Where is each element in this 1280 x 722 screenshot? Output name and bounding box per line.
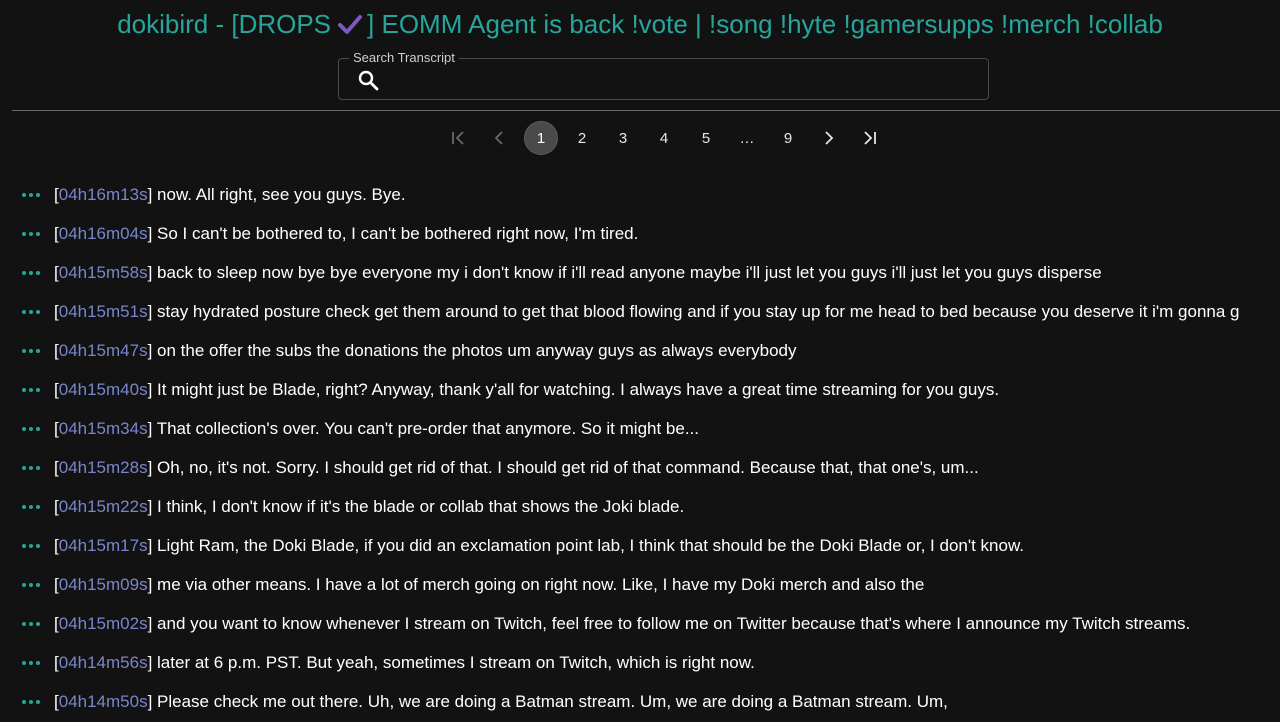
transcript-text: Please check me out there. Uh, we are do… [157, 692, 948, 711]
page-ellipsis: … [739, 129, 755, 147]
timestamp-link[interactable]: 04h15m47s [59, 341, 148, 360]
pagination: 1 2 3 4 5 … 9 [0, 121, 1280, 155]
timestamp-link[interactable]: 04h14m50s [59, 692, 148, 711]
timestamp-link[interactable]: 04h15m17s [59, 536, 148, 555]
transcript-row: [04h15m40s] It might just be Blade, righ… [0, 371, 1280, 410]
more-horizontal-icon[interactable] [20, 418, 42, 440]
more-horizontal-icon[interactable] [20, 262, 42, 284]
transcript-line: [04h15m17s] Light Ram, the Doki Blade, i… [54, 536, 1025, 555]
timestamp-link[interactable]: 04h15m22s [59, 497, 148, 516]
transcript-line: [04h15m40s] It might just be Blade, righ… [54, 380, 1000, 399]
more-horizontal-icon[interactable] [20, 379, 42, 401]
more-horizontal-icon[interactable] [20, 535, 42, 557]
header-divider [12, 110, 1280, 111]
more-horizontal-icon[interactable] [20, 301, 42, 323]
transcript-text: So I can't be bothered to, I can't be bo… [157, 224, 639, 243]
timestamp-link[interactable]: 04h16m04s [59, 224, 148, 243]
more-horizontal-icon[interactable] [20, 652, 42, 674]
more-horizontal-icon[interactable] [20, 496, 42, 518]
transcript-text: Light Ram, the Doki Blade, if you did an… [157, 536, 1025, 555]
transcript-line: [04h15m22s] I think, I don't know if it'… [54, 497, 685, 516]
stream-title-suffix: ] EOMM Agent is back !vote | !song !hyte… [367, 9, 1163, 39]
search-icon [356, 68, 380, 92]
transcript-line: [04h15m02s] and you want to know wheneve… [54, 614, 1191, 633]
transcript-text: Oh, no, it's not. Sorry. I should get ri… [157, 458, 979, 477]
transcript-line: [04h16m04s] So I can't be bothered to, I… [54, 224, 639, 243]
page-button-9[interactable]: 9 [771, 121, 805, 155]
timestamp-link[interactable]: 04h15m28s [59, 458, 148, 477]
page-button-1[interactable]: 1 [524, 121, 558, 155]
transcript-text: and you want to know whenever I stream o… [157, 614, 1191, 633]
transcript-line: [04h14m56s] later at 6 p.m. PST. But yea… [54, 653, 755, 672]
timestamp-link[interactable]: 04h15m51s [59, 302, 148, 321]
transcript-text: on the offer the subs the donations the … [157, 341, 797, 360]
transcript-line: [04h16m13s] now. All right, see you guys… [54, 185, 406, 204]
transcript-text: later at 6 p.m. PST. But yeah, sometimes… [157, 653, 755, 672]
transcript-row: [04h16m04s] So I can't be bothered to, I… [0, 215, 1280, 254]
transcript-row: [04h15m34s] That collection's over. You … [0, 410, 1280, 449]
more-horizontal-icon[interactable] [20, 691, 42, 713]
timestamp-link[interactable]: 04h15m09s [59, 575, 148, 594]
page-button-3[interactable]: 3 [606, 121, 640, 155]
more-horizontal-icon[interactable] [20, 457, 42, 479]
transcript-line: [04h15m51s] stay hydrated posture check … [54, 302, 1240, 321]
stream-title-prefix: dokibird - [DROPS [117, 9, 332, 39]
more-horizontal-icon[interactable] [20, 574, 42, 596]
timestamp-link[interactable]: 04h15m02s [59, 614, 148, 633]
page-button-2[interactable]: 2 [565, 121, 599, 155]
transcript-row: [04h15m47s] on the offer the subs the do… [0, 332, 1280, 371]
transcript-row: [04h16m13s] now. All right, see you guys… [0, 176, 1280, 215]
page-button-5[interactable]: 5 [689, 121, 723, 155]
transcript-text: stay hydrated posture check get them aro… [157, 302, 1240, 321]
page-button-4[interactable]: 4 [647, 121, 681, 155]
transcript-row: [04h14m56s] later at 6 p.m. PST. But yea… [0, 644, 1280, 683]
more-horizontal-icon[interactable] [20, 613, 42, 635]
transcript-row: [04h15m09s] me via other means. I have a… [0, 566, 1280, 605]
more-horizontal-icon[interactable] [20, 184, 42, 206]
transcript-text: I think, I don't know if it's the blade … [157, 497, 685, 516]
timestamp-link[interactable]: 04h16m13s [59, 185, 148, 204]
transcript-line: [04h14m50s] Please check me out there. U… [54, 692, 948, 711]
transcript-row: [04h14m50s] Please check me out there. U… [0, 683, 1280, 722]
more-horizontal-icon[interactable] [20, 340, 42, 362]
transcript-line: [04h15m58s] back to sleep now bye bye ev… [54, 263, 1102, 282]
first-page-icon[interactable] [441, 121, 475, 155]
last-page-icon[interactable] [853, 121, 887, 155]
timestamp-link[interactable]: 04h14m56s [59, 653, 148, 672]
search-field[interactable]: Search Transcript [338, 50, 989, 100]
transcript-text: That collection's over. You can't pre-or… [156, 419, 700, 438]
transcript-line: [04h15m28s] Oh, no, it's not. Sorry. I s… [54, 458, 979, 477]
transcript-row: [04h15m02s] and you want to know wheneve… [0, 605, 1280, 644]
transcript-line: [04h15m34s] That collection's over. You … [54, 419, 700, 438]
chevron-left-icon[interactable] [482, 121, 516, 155]
timestamp-link[interactable]: 04h15m34s [59, 419, 148, 438]
transcript-row: [04h15m22s] I think, I don't know if it'… [0, 488, 1280, 527]
search-label: Search Transcript [349, 50, 459, 66]
check-mark-icon [337, 8, 363, 44]
transcript-text: back to sleep now bye bye everyone my i … [157, 263, 1102, 282]
stream-title: dokibird - [DROPS ] EOMM Agent is back !v… [0, 6, 1280, 44]
transcript-row: [04h15m58s] back to sleep now bye bye ev… [0, 254, 1280, 293]
timestamp-link[interactable]: 04h15m40s [59, 380, 148, 399]
transcript-text: now. All right, see you guys. Bye. [157, 185, 406, 204]
transcript-text: me via other means. I have a lot of merc… [157, 575, 925, 594]
chevron-right-icon[interactable] [812, 121, 846, 155]
search-input[interactable] [391, 65, 975, 95]
transcript-list: [04h16m13s] now. All right, see you guys… [0, 176, 1280, 722]
transcript-line: [04h15m09s] me via other means. I have a… [54, 575, 925, 594]
transcript-text: It might just be Blade, right? Anyway, t… [157, 380, 1000, 399]
transcript-row: [04h15m17s] Light Ram, the Doki Blade, i… [0, 527, 1280, 566]
transcript-row: [04h15m51s] stay hydrated posture check … [0, 293, 1280, 332]
transcript-row: [04h15m28s] Oh, no, it's not. Sorry. I s… [0, 449, 1280, 488]
more-horizontal-icon[interactable] [20, 223, 42, 245]
timestamp-link[interactable]: 04h15m58s [59, 263, 148, 282]
transcript-line: [04h15m47s] on the offer the subs the do… [54, 341, 797, 360]
